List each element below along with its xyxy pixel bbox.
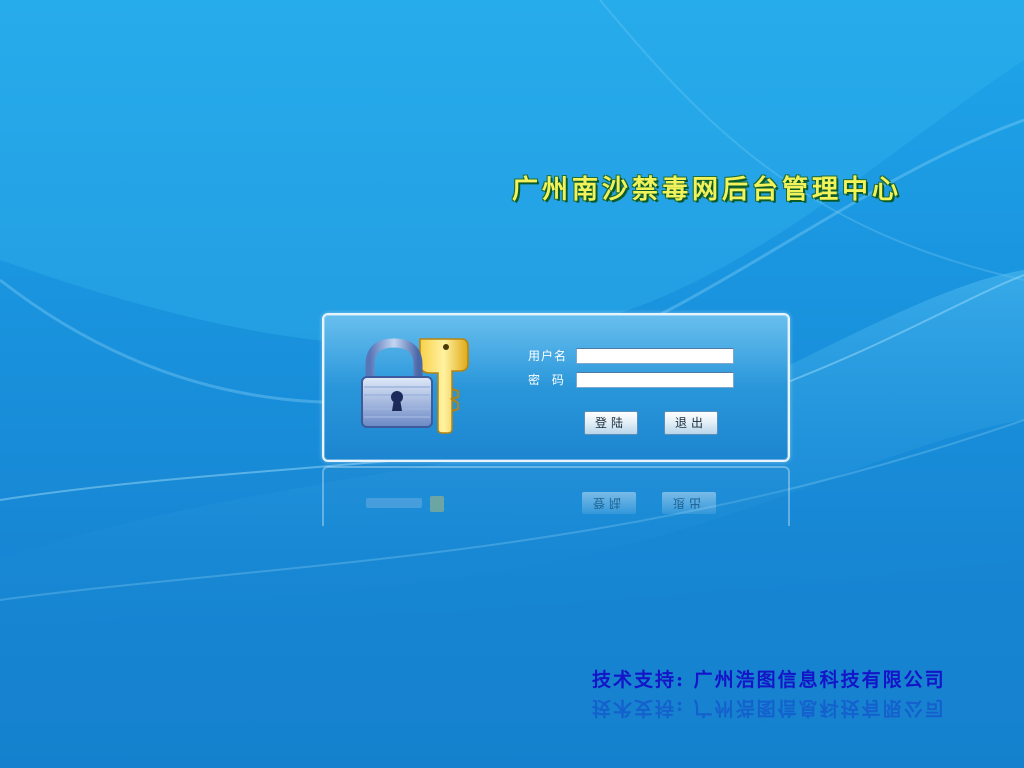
username-input[interactable] [576,348,734,364]
lock-and-key-illustration [361,338,469,434]
login-button[interactable]: 登陆 [584,411,638,435]
password-input[interactable] [576,372,734,388]
login-panel: 用户名 密 码 登陆 退出 [322,313,790,462]
footer-credit-reflection: 技术支持: 广州浩图信息科技有限公司 [592,697,946,719]
username-label: 用户名 [528,349,568,363]
page-title: 广州南沙禁毒网后台管理中心 [512,175,903,205]
exit-button-reflection: 退出 [662,492,716,514]
login-panel-reflection: 登陆 退出 [322,466,790,526]
footer-credit: 技术支持: 广州浩图信息科技有限公司 [592,669,946,691]
login-page: 广州南沙禁毒网后台管理中心 用户名 密 码 登陆 退出 登陆 退出 技术支持: … [0,0,1024,768]
password-label: 密 码 [528,373,568,387]
lock-reflection [366,496,444,512]
exit-button[interactable]: 退出 [664,411,718,435]
login-button-reflection: 登陆 [582,492,636,514]
